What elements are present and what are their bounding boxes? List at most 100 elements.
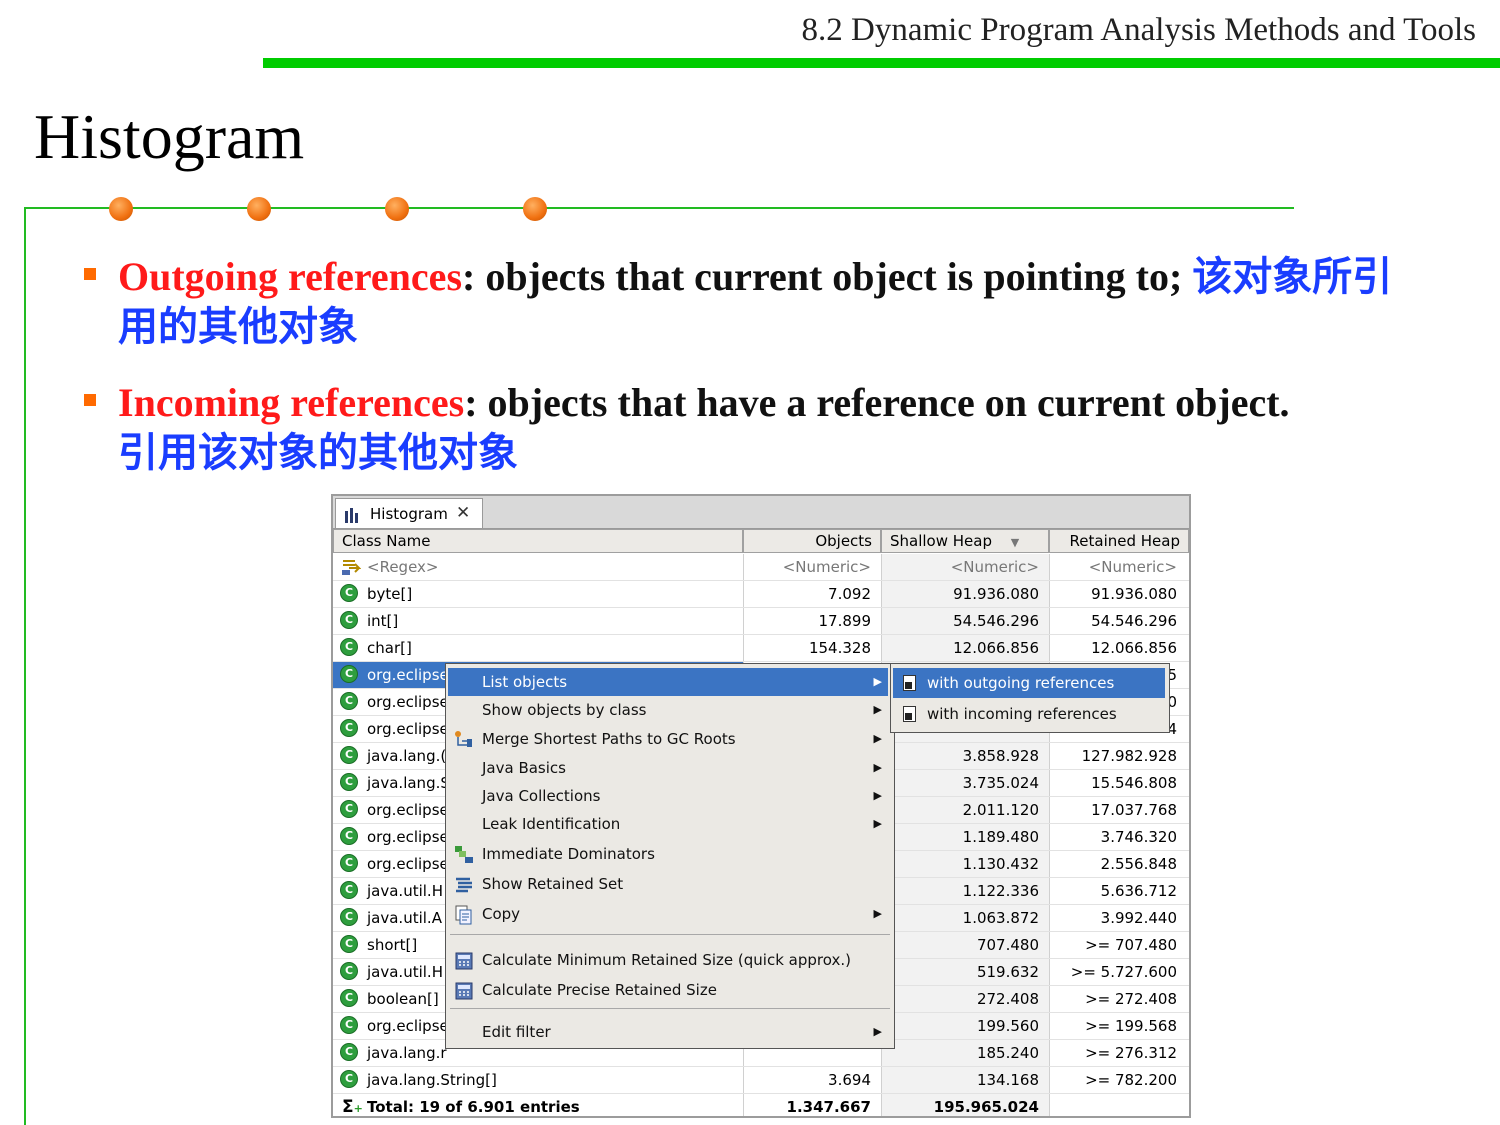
- menu-item-label: Show Retained Set: [482, 875, 624, 893]
- retained-heap-value: 3.746.320: [1100, 828, 1177, 846]
- class-icon: C: [340, 962, 358, 980]
- menu-item-leak-identification[interactable]: Leak Identification ▶: [448, 810, 888, 838]
- retained-heap-value: 54.546.296: [1091, 612, 1177, 630]
- bullet-text: : objects that have a reference on curre…: [464, 380, 1290, 425]
- menu-item-java-collections[interactable]: Java Collections ▶: [448, 782, 888, 810]
- table-row[interactable]: Cint[] 17.899 54.546.296 54.546.296: [333, 608, 1189, 635]
- class-icon: C: [340, 800, 358, 818]
- column-header-retained-heap[interactable]: Retained Heap: [1049, 529, 1189, 553]
- objects-value: 3.694: [828, 1071, 871, 1089]
- class-name: java.util.A: [367, 909, 442, 927]
- class-name: java.lang.(: [367, 747, 447, 765]
- shallow-heap-value: 1.189.480: [962, 828, 1039, 846]
- menu-item-java-basics[interactable]: Java Basics ▶: [448, 754, 888, 782]
- menu-item-with-outgoing-references[interactable]: with outgoing references: [893, 668, 1165, 698]
- submenu-arrow-icon: ▶: [873, 907, 882, 920]
- slide-title: Histogram: [34, 101, 305, 172]
- tab-histogram[interactable]: Histogram ✕: [335, 498, 483, 528]
- bullet-marker: [84, 394, 96, 406]
- menu-item-copy[interactable]: Copy ▶: [448, 900, 888, 928]
- retained-heap-value: >= 707.480: [1085, 936, 1177, 954]
- column-header-objects[interactable]: Objects: [743, 529, 881, 553]
- menu-item-label: Calculate Minimum Retained Size (quick a…: [482, 951, 851, 969]
- close-icon[interactable]: ✕: [456, 503, 470, 523]
- retained-heap-value: >= 782.200: [1085, 1071, 1177, 1089]
- menu-item-merge-shortest-paths-to-gc-roots[interactable]: Merge Shortest Paths to GC Roots ▶: [448, 725, 888, 753]
- retained-heap-value: 91.936.080: [1091, 585, 1177, 603]
- submenu-item-label: with incoming references: [927, 705, 1117, 723]
- retained-heap-value: 3.992.440: [1100, 909, 1177, 927]
- shallow-heap-value: 185.240: [976, 1044, 1039, 1062]
- bullet-list: Outgoing references: objects that curren…: [84, 252, 1404, 504]
- menu-item-label: Merge Shortest Paths to GC Roots: [482, 730, 736, 748]
- class-icon: C: [340, 611, 358, 629]
- total-objects: 1.347.667: [786, 1098, 871, 1116]
- menu-item-calculate-minimum-retained-size-quick-approx[interactable]: Calculate Minimum Retained Size (quick a…: [448, 946, 888, 974]
- merge-paths-icon: [454, 730, 472, 748]
- submenu-arrow-icon: ▶: [873, 817, 882, 830]
- menu-item-immediate-dominators[interactable]: Immediate Dominators: [448, 840, 888, 868]
- sort-desc-icon: ▼: [1010, 536, 1020, 549]
- menu-separator: [450, 1008, 890, 1009]
- menu-item-edit-filter[interactable]: Edit filter ▶: [448, 1018, 888, 1046]
- objects-value: 154.328: [808, 639, 871, 657]
- shallow-heap-value: 54.546.296: [953, 612, 1039, 630]
- menu-item-list-objects[interactable]: List objects ▶: [448, 668, 888, 696]
- class-name: byte[]: [367, 585, 413, 603]
- class-icon: C: [340, 989, 358, 1007]
- bullet-term: Incoming references: [118, 380, 465, 425]
- submenu-arrow-icon: ▶: [873, 789, 882, 802]
- filter-row[interactable]: <Regex> <Numeric> <Numeric> <Numeric>: [333, 554, 1189, 581]
- submenu-arrow-icon: ▶: [873, 675, 882, 688]
- table-row[interactable]: Cbyte[] 7.092 91.936.080 91.936.080: [333, 581, 1189, 608]
- table-row[interactable]: Cjava.lang.String[] 3.694 134.168 >= 782.20…: [333, 1067, 1189, 1094]
- menu-item-label: Calculate Precise Retained Size: [482, 981, 717, 999]
- column-header-class-name[interactable]: Class Name: [333, 529, 743, 553]
- class-icon: C: [340, 1043, 358, 1061]
- menu-item-show-retained-set[interactable]: Show Retained Set: [448, 870, 888, 898]
- shallow-heap-value: 2.011.120: [962, 801, 1039, 819]
- class-icon: C: [340, 746, 358, 764]
- filter-icon: [341, 558, 362, 580]
- class-icon: C: [340, 773, 358, 791]
- bullet-incoming: Incoming references: objects that have a…: [84, 378, 1318, 478]
- tab-label: Histogram: [370, 505, 448, 523]
- bullet-term: Outgoing references: [118, 254, 463, 299]
- frame-top-line: [24, 207, 1294, 209]
- retained-heap-value: 127.982.928: [1081, 747, 1177, 765]
- decor-dot: [109, 197, 133, 221]
- objects-value: 17.899: [818, 612, 872, 630]
- class-icon: C: [340, 935, 358, 953]
- calculator-icon: [454, 951, 473, 970]
- table-row[interactable]: Cchar[] 154.328 12.066.856 12.066.856: [333, 635, 1189, 662]
- bullet-chinese: 引用该对象的其他对象: [118, 430, 518, 476]
- filter-regex[interactable]: <Regex>: [367, 558, 438, 576]
- copy-icon: [454, 905, 472, 925]
- menu-item-show-objects-by-class[interactable]: Show objects by class ▶: [448, 696, 888, 724]
- total-shallow: 195.965.024: [933, 1098, 1039, 1116]
- class-name: boolean[]: [367, 990, 439, 1008]
- column-header-shallow-heap[interactable]: Shallow Heap ▼: [881, 529, 1049, 553]
- class-name: java.lang.S: [367, 774, 450, 792]
- retained-set-icon: [454, 875, 472, 893]
- filter-numeric[interactable]: <Numeric>: [743, 558, 871, 576]
- class-name: java.util.H: [367, 963, 443, 981]
- bullet-marker: [84, 268, 96, 280]
- menu-item-calculate-precise-retained-size[interactable]: Calculate Precise Retained Size: [448, 976, 888, 1004]
- class-icon: C: [340, 584, 358, 602]
- class-icon: C: [340, 908, 358, 926]
- class-icon: C: [340, 638, 358, 656]
- filter-numeric[interactable]: <Numeric>: [881, 558, 1039, 576]
- frame-left-line: [24, 207, 26, 1125]
- class-icon: C: [340, 881, 358, 899]
- submenu-arrow-icon: ▶: [873, 1025, 882, 1038]
- decor-dot: [523, 197, 547, 221]
- retained-heap-value: 2.556.848: [1100, 855, 1177, 873]
- total-row: Σ+ Total: 19 of 6.901 entries 1.347.667 195…: [333, 1094, 1189, 1116]
- class-name: short[]: [367, 936, 418, 954]
- menu-item-with-incoming-references[interactable]: with incoming references: [893, 699, 1165, 729]
- reference-icon: [903, 675, 916, 691]
- bullet-outgoing: Outgoing references: objects that curren…: [84, 252, 1404, 352]
- shallow-heap-value: 1.063.872: [962, 909, 1039, 927]
- filter-numeric[interactable]: <Numeric>: [1049, 558, 1177, 576]
